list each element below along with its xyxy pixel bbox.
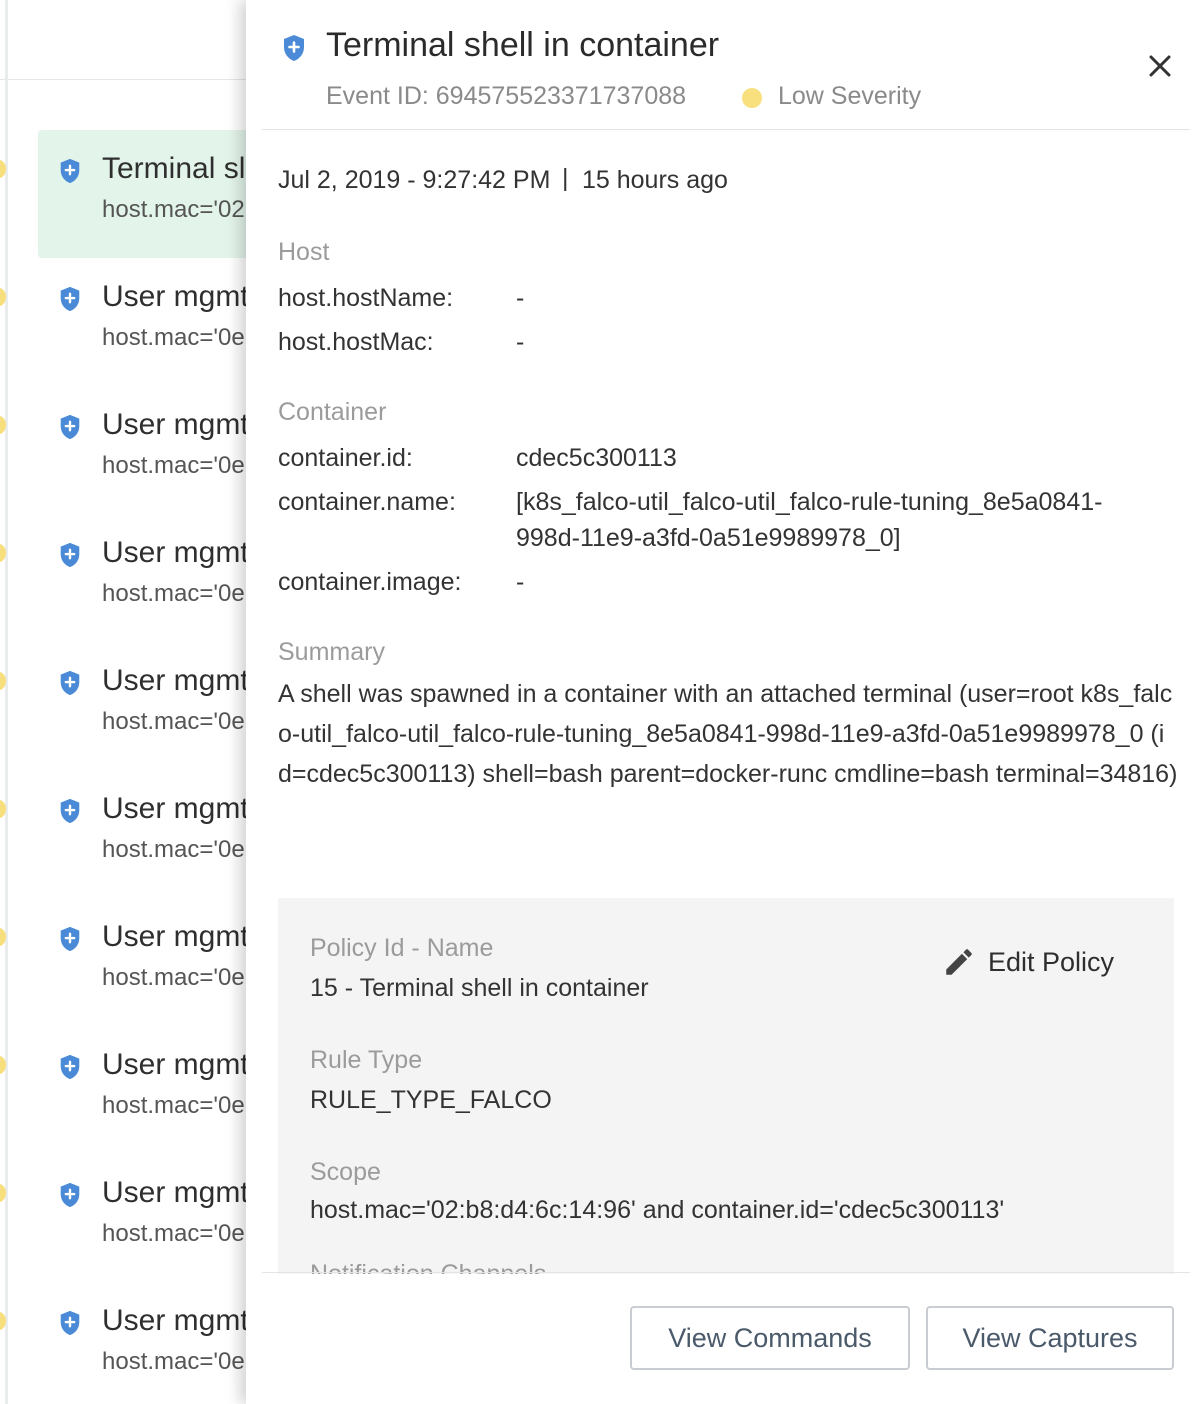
event-list-item-subtitle: host.mac='0e	[102, 452, 245, 479]
event-list-item-title: User mgmt	[102, 920, 249, 953]
shield-icon	[60, 670, 80, 696]
event-list-item-title: User mgmt	[102, 1176, 249, 1209]
event-list-item-subtitle: host.mac='0e	[102, 1092, 245, 1119]
event-list-item[interactable]: User mgmt host.mac='0e	[0, 514, 268, 642]
event-timestamp: Jul 2, 2019 - 9:27:42 PM	[278, 166, 551, 194]
severity-label: Low Severity	[778, 82, 922, 110]
event-id: Event ID: 694575523371737088	[326, 82, 687, 110]
event-list-item-title: User mgmt	[102, 280, 249, 313]
host-section-label: Host	[278, 238, 330, 266]
event-list-item-subtitle: host.mac='02	[102, 196, 245, 223]
event-list-item-subtitle: host.mac='0e	[102, 324, 245, 351]
event-list-item-subtitle: host.mac='0e	[102, 1348, 245, 1375]
host-mac-value: -	[516, 328, 525, 356]
relative-time: 15 hours ago	[582, 166, 728, 194]
event-list-item-title: User mgmt	[102, 792, 249, 825]
container-image-key: container.image:	[278, 568, 462, 596]
event-detail-panel: Terminal shell in container Event ID: 69…	[246, 0, 1200, 1404]
policy-id-name-label: Policy Id - Name	[310, 934, 494, 962]
shield-icon	[60, 1182, 80, 1208]
event-list-item-subtitle: host.mac='0e	[102, 708, 245, 735]
shield-icon	[60, 1310, 80, 1336]
event-list-item-subtitle: host.mac='0e	[102, 836, 245, 863]
view-commands-button[interactable]: View Commands	[630, 1306, 910, 1370]
event-list-item[interactable]: Terminal sl host.mac='02	[0, 130, 268, 258]
event-list-item-title: User mgmt	[102, 408, 249, 441]
event-list-item-title: User mgmt	[102, 1048, 249, 1081]
event-list-toolbar	[0, 0, 260, 80]
panel-header: Terminal shell in container Event ID: 69…	[262, 0, 1190, 130]
edit-policy-label: Edit Policy	[988, 946, 1115, 977]
shield-icon	[60, 1054, 80, 1080]
event-list-item[interactable]: User mgmt host.mac='0e	[0, 642, 268, 770]
event-list-item-title: User mgmt	[102, 536, 249, 569]
event-list-item-subtitle: host.mac='0e	[102, 580, 245, 607]
pencil-icon	[946, 949, 972, 975]
event-list-item-title: Terminal sl	[102, 152, 246, 185]
container-image-value: -	[516, 568, 525, 596]
event-list-item[interactable]: User mgmt host.mac='0e	[0, 1282, 268, 1404]
container-name-value-line1: [k8s_falco-util_falco-util_falco-rule-tu…	[516, 488, 1103, 516]
event-list-item[interactable]: User mgmt host.mac='0e	[0, 898, 268, 1026]
severity-dot	[742, 88, 762, 108]
event-list-item[interactable]: User mgmt host.mac='0e	[0, 770, 268, 898]
scope-label: Scope	[310, 1158, 381, 1186]
rule-type-value: RULE_TYPE_FALCO	[310, 1086, 552, 1114]
event-list-item[interactable]: User mgmt host.mac='0e	[0, 1026, 268, 1154]
event-list-item-title: User mgmt	[102, 664, 249, 697]
host-mac-key: host.hostMac:	[278, 328, 434, 356]
timestamp-separator: |	[562, 164, 569, 192]
close-icon[interactable]	[1142, 48, 1178, 84]
summary-section-label: Summary	[278, 638, 385, 666]
policy-info-box: Policy Id - Name 15 - Terminal shell in …	[278, 898, 1174, 1274]
scope-value: host.mac='02:b8:d4:6c:14:96' and contain…	[310, 1196, 1005, 1224]
footer-divider	[262, 1272, 1190, 1273]
shield-icon	[60, 414, 80, 440]
event-list-item[interactable]: User mgmt host.mac='0e	[0, 386, 268, 514]
container-id-value: cdec5c300113	[516, 444, 677, 472]
shield-icon	[284, 35, 304, 61]
shield-icon	[60, 286, 80, 312]
event-list: Terminal sl host.mac='02 User mgmt host.mac…	[0, 0, 268, 1404]
event-list-item-subtitle: host.mac='0e	[102, 1220, 245, 1247]
event-list-item[interactable]: User mgmt host.mac='0e	[0, 258, 268, 386]
container-name-key: container.name:	[278, 488, 456, 516]
event-list-item-subtitle: host.mac='0e	[102, 964, 245, 991]
shield-icon	[60, 798, 80, 824]
event-list-item[interactable]: User mgmt host.mac='0e	[0, 1154, 268, 1282]
view-captures-button[interactable]: View Captures	[926, 1306, 1174, 1370]
edit-policy-button[interactable]: Edit Policy	[942, 942, 1114, 982]
event-title: Terminal shell in container	[326, 26, 720, 64]
event-list-item-title: User mgmt	[102, 1304, 249, 1337]
container-id-key: container.id:	[278, 444, 413, 472]
host-name-key: host.hostName:	[278, 284, 454, 312]
host-name-value: -	[516, 284, 525, 312]
container-section-label: Container	[278, 398, 387, 426]
container-name-value-line2: 998d-11e9-a3fd-0a51e9989978_0]	[516, 524, 901, 552]
summary-text: A shell was spawned in a container with …	[278, 680, 1178, 788]
shield-icon	[60, 158, 80, 184]
policy-id-name-value: 15 - Terminal shell in container	[310, 974, 649, 1002]
shield-icon	[60, 542, 80, 568]
shield-icon	[60, 926, 80, 952]
rule-type-label: Rule Type	[310, 1046, 423, 1074]
